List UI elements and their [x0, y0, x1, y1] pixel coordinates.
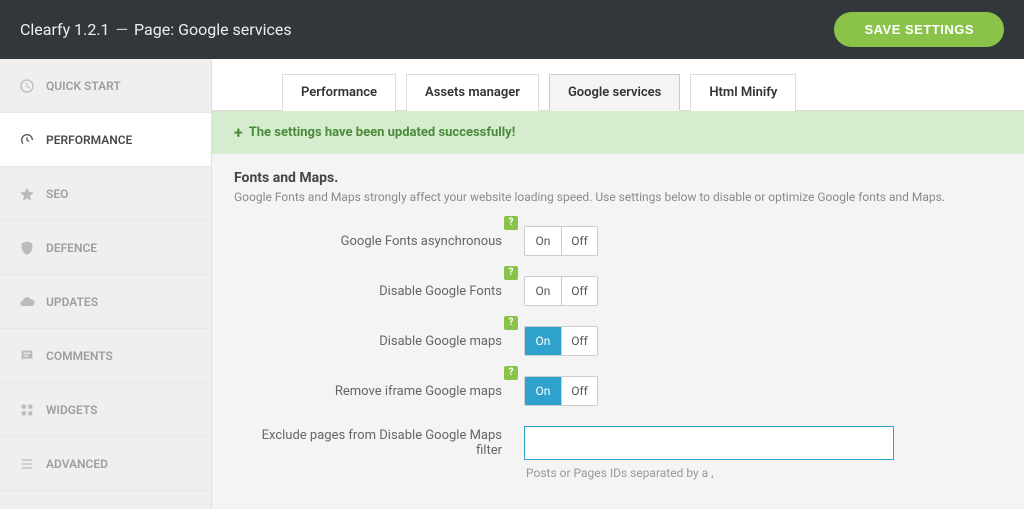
help-icon[interactable]: ? [504, 316, 518, 330]
save-settings-button[interactable]: SAVE SETTINGS [834, 12, 1004, 47]
top-bar-left: Clearfy 1.2.1 — Page: Google services [20, 20, 292, 39]
sidebar-item-label: WIDGETS [46, 403, 97, 417]
notice-text: The settings have been updated successfu… [249, 125, 516, 140]
sidebar-item-comments[interactable]: COMMENTS [0, 329, 211, 383]
tab-assets-manager[interactable]: Assets manager [406, 74, 539, 111]
shield-icon [18, 239, 36, 257]
help-icon[interactable]: ? [504, 266, 518, 280]
help-icon[interactable]: ? [504, 366, 518, 380]
sidebar-item-updates[interactable]: UPDATES [0, 275, 211, 329]
sidebar-item-quick-start[interactable]: QUICK START [0, 59, 211, 113]
form-area: Google Fonts asynchronous ? On Off Disab… [212, 208, 1024, 498]
toggle-on[interactable]: On [525, 327, 561, 355]
toggle-remove-iframe[interactable]: On Off [524, 376, 598, 406]
comment-icon [18, 347, 36, 365]
label-fonts-async: Google Fonts asynchronous ? [234, 234, 514, 249]
dashboard-icon [18, 131, 36, 149]
exclude-pages-input[interactable] [524, 426, 894, 460]
sidebar-item-label: DEFENCE [46, 241, 97, 255]
app-name: Clearfy 1.2.1 [20, 20, 110, 39]
cloud-icon [18, 293, 36, 311]
sidebar-item-label: ADVANCED [46, 457, 108, 471]
sidebar-item-label: QUICK START [46, 79, 121, 93]
section-header: Fonts and Maps. Google Fonts and Maps st… [212, 154, 1024, 208]
page-title: Page: Google services [134, 20, 292, 39]
tab-html-minify[interactable]: Html Minify [690, 74, 796, 111]
success-notice: + The settings have been updated success… [212, 111, 1024, 154]
sidebar-item-label: COMMENTS [46, 349, 113, 363]
row-disable-fonts: Disable Google Fonts ? On Off [234, 276, 1002, 306]
list-icon [18, 455, 36, 473]
sidebar-item-label: PERFORMANCE [46, 133, 132, 147]
toggle-fonts-async[interactable]: On Off [524, 226, 598, 256]
exclude-pages-hint: Posts or Pages IDs separated by a , [526, 466, 1002, 480]
toggle-disable-maps[interactable]: On Off [524, 326, 598, 356]
sidebar: QUICK START PERFORMANCE SEO DEFENCE UPDA… [0, 59, 212, 509]
section-description: Google Fonts and Maps strongly affect yo… [234, 190, 1002, 204]
sidebar-item-advanced[interactable]: ADVANCED [0, 437, 211, 491]
plus-icon: + [234, 123, 243, 142]
row-exclude-pages: Exclude pages from Disable Google Maps f… [234, 426, 1002, 460]
tab-performance[interactable]: Performance [282, 74, 396, 111]
tab-google-services[interactable]: Google services [549, 74, 680, 111]
toggle-off[interactable]: Off [561, 277, 597, 305]
toggle-on[interactable]: On [525, 377, 561, 405]
sidebar-item-performance[interactable]: PERFORMANCE [0, 113, 211, 167]
tabs: Performance Assets manager Google servic… [212, 59, 1024, 111]
main-panel: Performance Assets manager Google servic… [212, 59, 1024, 509]
widgets-icon [18, 401, 36, 419]
sidebar-item-defence[interactable]: DEFENCE [0, 221, 211, 275]
app-separator: — [116, 20, 129, 39]
row-fonts-async: Google Fonts asynchronous ? On Off [234, 226, 1002, 256]
section-title: Fonts and Maps. [234, 170, 1002, 186]
row-remove-iframe: Remove iframe Google maps ? On Off [234, 376, 1002, 406]
help-icon[interactable]: ? [504, 216, 518, 230]
toggle-disable-fonts[interactable]: On Off [524, 276, 598, 306]
toggle-off[interactable]: Off [561, 327, 597, 355]
sidebar-item-label: SEO [46, 187, 68, 201]
toggle-off[interactable]: Off [561, 377, 597, 405]
sidebar-item-label: UPDATES [46, 295, 98, 309]
label-disable-maps: Disable Google maps ? [234, 334, 514, 349]
sidebar-item-seo[interactable]: SEO [0, 167, 211, 221]
sidebar-item-widgets[interactable]: WIDGETS [0, 383, 211, 437]
label-disable-fonts: Disable Google Fonts ? [234, 284, 514, 299]
label-remove-iframe: Remove iframe Google maps ? [234, 384, 514, 399]
label-exclude-pages: Exclude pages from Disable Google Maps f… [234, 428, 514, 458]
toggle-off[interactable]: Off [561, 227, 597, 255]
row-disable-maps: Disable Google maps ? On Off [234, 326, 1002, 356]
star-icon [18, 185, 36, 203]
top-bar: Clearfy 1.2.1 — Page: Google services SA… [0, 0, 1024, 59]
toggle-on[interactable]: On [525, 277, 561, 305]
toggle-on[interactable]: On [525, 227, 561, 255]
clock-icon [18, 77, 36, 95]
